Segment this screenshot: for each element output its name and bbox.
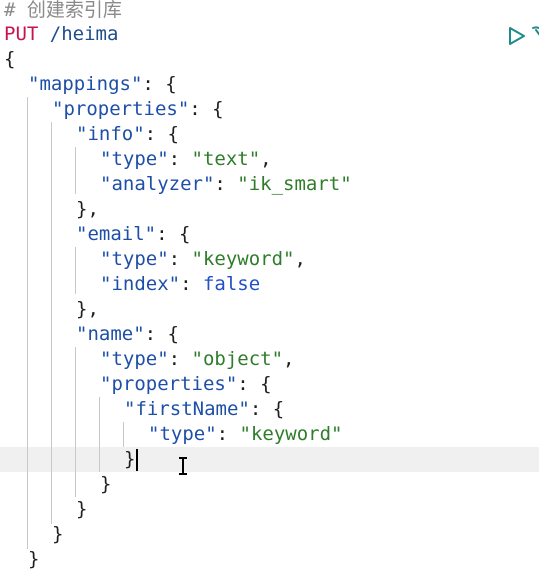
code-line: "email": { <box>76 223 191 245</box>
text-caret <box>136 448 139 471</box>
code-line: "firstName": { <box>124 398 285 420</box>
code-line-cursor: } <box>124 447 139 472</box>
code-line: "type": "keyword", <box>100 248 306 270</box>
indent-guide <box>99 397 100 472</box>
code-line: }, <box>76 298 99 320</box>
code-line: } <box>52 523 64 545</box>
code-line: "analyzer": "ik_smart" <box>100 173 352 195</box>
indent-guide <box>75 147 76 194</box>
request-path: /heima <box>49 23 119 45</box>
play-icon[interactable] <box>507 26 527 46</box>
indent-guide <box>123 422 124 447</box>
indent-guide <box>75 247 76 294</box>
code-line: "properties": { <box>52 98 224 120</box>
code-line: "mappings": { <box>28 73 177 95</box>
code-line: } <box>76 498 88 520</box>
closing-brace: } <box>124 448 136 470</box>
indent-guide <box>51 122 52 524</box>
code-line: { <box>4 48 16 70</box>
code-line: "name": { <box>76 323 179 345</box>
code-line: } <box>28 548 40 570</box>
active-line-highlight <box>0 447 539 472</box>
request-line: PUT /heima <box>4 22 118 47</box>
code-line: "type": "keyword" <box>148 423 343 445</box>
code-line: }, <box>76 198 99 220</box>
ibeam-cursor-icon <box>179 457 187 475</box>
code-line: "type": "text", <box>100 148 272 170</box>
http-method: PUT <box>4 23 39 45</box>
code-editor[interactable]: # 创建索引库 PUT /heima { "mappings": { "prop… <box>0 0 539 572</box>
code-line: "index": false <box>100 273 261 295</box>
indent-guide <box>75 347 76 497</box>
code-line: "type": "object", <box>100 348 295 370</box>
comment-line: # 创建索引库 <box>4 0 122 21</box>
code-line: "properties": { <box>100 373 272 395</box>
wrench-icon[interactable] <box>530 24 539 44</box>
code-line: "info": { <box>76 123 179 145</box>
indent-guide <box>27 97 28 549</box>
code-line: } <box>100 473 112 495</box>
